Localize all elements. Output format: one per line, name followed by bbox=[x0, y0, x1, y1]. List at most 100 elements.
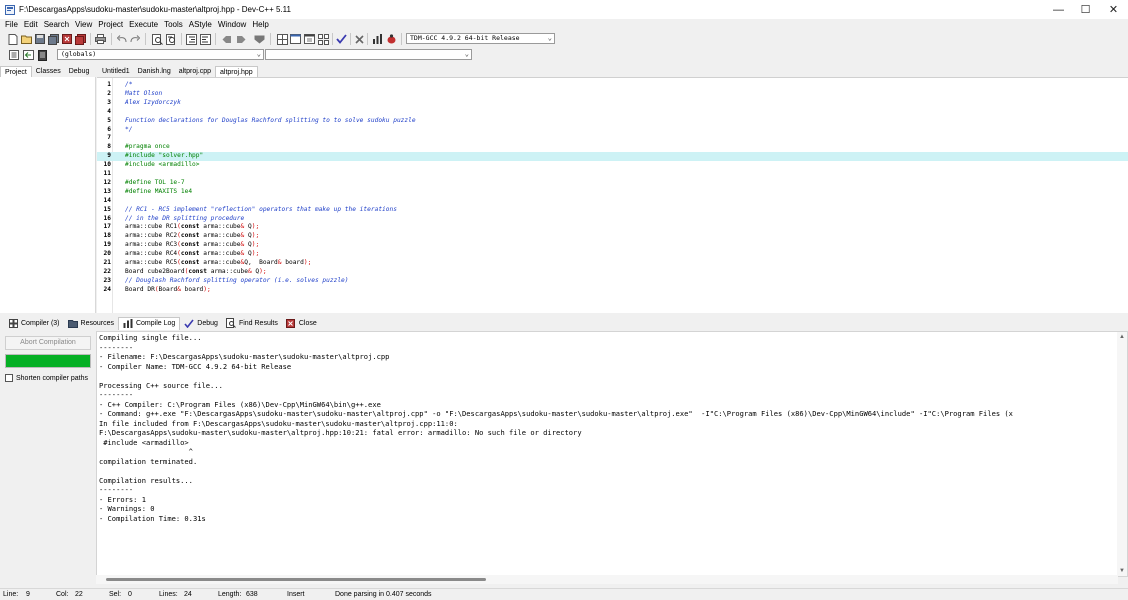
code-line[interactable]: 15 // RC1 - RC5 implement "reflection" op… bbox=[97, 206, 1128, 215]
save-all-button[interactable] bbox=[47, 33, 59, 45]
menu-tools[interactable]: Tools bbox=[161, 19, 186, 31]
abort-compilation-button[interactable]: Abort Compilation bbox=[5, 336, 91, 350]
menu-window[interactable]: Window bbox=[215, 19, 249, 31]
undo-button[interactable] bbox=[116, 33, 128, 45]
menu-edit[interactable]: Edit bbox=[21, 19, 41, 31]
open-file-button[interactable] bbox=[20, 33, 32, 45]
code-line[interactable]: 12 #define TOL 1e-7 bbox=[97, 179, 1128, 188]
scroll-down-icon[interactable]: ▼ bbox=[1117, 566, 1127, 576]
profile-button[interactable] bbox=[371, 33, 383, 45]
compile-log-output[interactable]: ▲ ▼ Compiling single file... -------- - Fi… bbox=[96, 331, 1128, 577]
log-vertical-scrollbar[interactable]: ▲ ▼ bbox=[1117, 332, 1127, 576]
checkbox-box[interactable] bbox=[5, 374, 13, 382]
goto-bookmark-button[interactable] bbox=[235, 33, 247, 45]
code-text: #define TOL 1e-7 bbox=[125, 178, 185, 186]
tab-project[interactable]: Project bbox=[0, 66, 32, 77]
resources-icon bbox=[67, 318, 78, 328]
scope-select[interactable]: (globals) ⌄ bbox=[57, 49, 264, 60]
code-line[interactable]: 4 bbox=[97, 108, 1128, 117]
tab-debug[interactable]: Debug bbox=[65, 66, 94, 77]
print-button[interactable] bbox=[94, 33, 106, 45]
code-line[interactable]: 19 arma::cube RC3(const arma::cube& Q); bbox=[97, 241, 1128, 250]
status-sel-value: 0 bbox=[128, 591, 132, 598]
code-line[interactable]: 1 /* bbox=[97, 81, 1128, 90]
code-line[interactable]: 23 // Douglash Rachford splitting operato… bbox=[97, 277, 1128, 286]
find-button[interactable] bbox=[151, 33, 163, 45]
code-line[interactable]: 16 // in the DR splitting procedure bbox=[97, 215, 1128, 224]
tab-altproj-hpp[interactable]: altproj.hpp bbox=[215, 66, 258, 77]
code-line[interactable]: 24 Board DR(Board& board); bbox=[97, 286, 1128, 295]
line-number: 1 bbox=[107, 81, 111, 88]
status-lines-label: Lines: bbox=[159, 591, 178, 598]
tab-danish-lng[interactable]: Danish.lng bbox=[134, 66, 175, 77]
code-line[interactable]: 18 arma::cube RC2(const arma::cube& Q); bbox=[97, 232, 1128, 241]
tab-classes[interactable]: Classes bbox=[32, 66, 65, 77]
toggle-bookmark-button[interactable] bbox=[221, 33, 233, 45]
menu-search[interactable]: Search bbox=[41, 19, 72, 31]
insert-button[interactable] bbox=[8, 49, 20, 61]
line-number: 2 bbox=[107, 89, 111, 97]
tab-close-panel[interactable]: Close bbox=[282, 317, 321, 330]
project-browser-panel[interactable] bbox=[0, 77, 96, 313]
code-line[interactable]: 3 Alex Izydorczyk bbox=[97, 99, 1128, 108]
menu-help[interactable]: Help bbox=[249, 19, 271, 31]
code-line[interactable]: 7 bbox=[97, 134, 1128, 143]
stop-button[interactable] bbox=[353, 33, 365, 45]
code-line[interactable]: 22 Board cube2Board(const arma::cube& Q); bbox=[97, 268, 1128, 277]
close-all-button[interactable] bbox=[74, 33, 86, 45]
menu-file[interactable]: File bbox=[2, 19, 21, 31]
check-syntax-button[interactable] bbox=[335, 33, 347, 45]
code-editor[interactable]: 1 /* 2 Matt Olson 3 Alex Izydorczyk 4 5 Function… bbox=[97, 77, 1128, 313]
chevron-down-icon: ⌄ bbox=[547, 34, 552, 42]
minimize-button[interactable]: — bbox=[1045, 0, 1072, 19]
code-line[interactable]: 8 #pragma once bbox=[97, 143, 1128, 152]
project-options-button[interactable] bbox=[289, 33, 301, 45]
unindent-button[interactable] bbox=[199, 33, 211, 45]
menu-project[interactable]: Project bbox=[95, 19, 126, 31]
goto-line-button[interactable] bbox=[253, 33, 265, 45]
new-file-button[interactable] bbox=[7, 33, 19, 45]
new-project-button[interactable] bbox=[276, 33, 288, 45]
class-browser-button[interactable] bbox=[303, 33, 315, 45]
log-line: - Command: g++.exe "F:\DescargasApps\sud… bbox=[99, 409, 1013, 418]
save-button[interactable] bbox=[34, 33, 46, 45]
menu-view[interactable]: View bbox=[72, 19, 95, 31]
goto-definition-button[interactable] bbox=[36, 49, 48, 61]
tab-compiler[interactable]: Compiler (3) bbox=[4, 317, 64, 330]
scrollbar-thumb[interactable] bbox=[106, 578, 486, 581]
debug-bug-button[interactable] bbox=[385, 33, 397, 45]
code-line[interactable]: 11 bbox=[97, 170, 1128, 179]
menu-astyle[interactable]: AStyle bbox=[186, 19, 215, 31]
shorten-paths-checkbox[interactable]: Shorten compiler paths bbox=[5, 374, 88, 382]
maximize-button[interactable]: ☐ bbox=[1072, 0, 1099, 19]
code-line[interactable]: 17 arma::cube RC1(const arma::cube& Q); bbox=[97, 223, 1128, 232]
replace-button[interactable] bbox=[165, 33, 177, 45]
code-line[interactable]: 21 arma::cube RC5(const arma::cube&Q, Boa… bbox=[97, 259, 1128, 268]
menu-execute[interactable]: Execute bbox=[126, 19, 161, 31]
tab-debug-output[interactable]: Debug bbox=[180, 317, 222, 330]
scroll-up-icon[interactable]: ▲ bbox=[1117, 332, 1127, 342]
close-window-button[interactable]: ✕ bbox=[1100, 0, 1127, 19]
compiler-select[interactable]: TDM-GCC 4.9.2 64-bit Release ⌄ bbox=[406, 33, 555, 44]
toggle-breakpoint-button[interactable] bbox=[22, 49, 34, 61]
code-line[interactable]: 13 #define MAXITS 1e4 bbox=[97, 188, 1128, 197]
tab-altproj-cpp[interactable]: altproj.cpp bbox=[175, 66, 215, 77]
code-line[interactable]: 9 #include "solver.hpp" bbox=[97, 152, 1128, 162]
tab-find-results[interactable]: Find Results bbox=[222, 317, 282, 330]
code-line[interactable]: 6 */ bbox=[97, 126, 1128, 135]
view-grid-button[interactable] bbox=[317, 33, 329, 45]
tab-untitled1[interactable]: Untitled1 bbox=[98, 66, 134, 77]
redo-button[interactable] bbox=[129, 33, 141, 45]
code-line[interactable]: 14 bbox=[97, 197, 1128, 206]
tab-compile-log[interactable]: Compile Log bbox=[117, 316, 181, 330]
code-line[interactable]: 10 #include <armadillo> bbox=[97, 161, 1128, 170]
member-select[interactable]: ⌄ bbox=[265, 49, 472, 60]
close-file-button[interactable] bbox=[61, 33, 73, 45]
find-results-icon bbox=[225, 318, 236, 328]
code-line[interactable]: 2 Matt Olson bbox=[97, 90, 1128, 99]
code-line[interactable]: 20 arma::cube RC4(const arma::cube& Q); bbox=[97, 250, 1128, 259]
code-line[interactable]: 5 Function declarations for Douglas Rachf… bbox=[97, 117, 1128, 126]
indent-button[interactable] bbox=[185, 33, 197, 45]
log-horizontal-scrollbar[interactable] bbox=[96, 575, 1118, 584]
tab-resources[interactable]: Resources bbox=[64, 317, 118, 330]
